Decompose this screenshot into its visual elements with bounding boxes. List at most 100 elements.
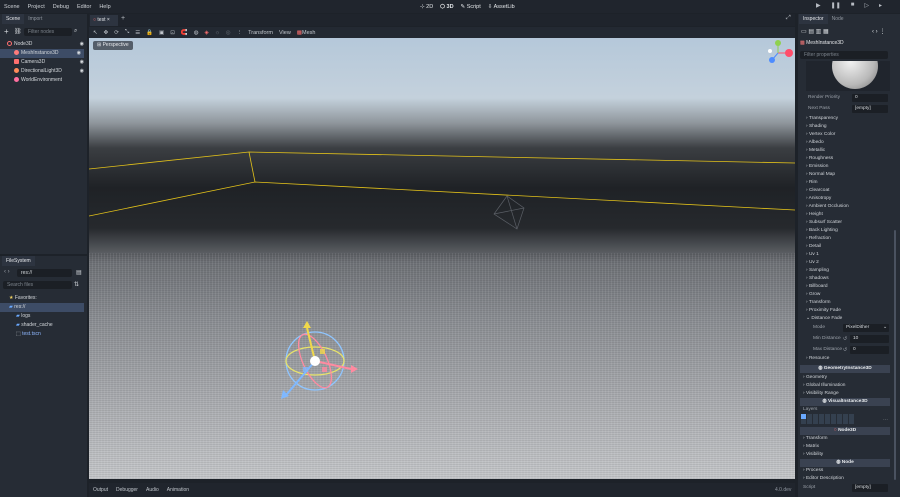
section-refraction[interactable]: › Refraction: [803, 235, 888, 243]
rotate-tool-icon[interactable]: ⟳: [114, 30, 119, 36]
section-geometry[interactable]: › Geometry: [800, 374, 885, 382]
play-scene-icon[interactable]: ▷: [864, 2, 869, 9]
geometry-instance-header[interactable]: ◍ GeometryInstance3D: [800, 365, 890, 373]
menu-mesh[interactable]: ▩Mesh: [297, 30, 316, 36]
section-sampling[interactable]: › Sampling: [803, 267, 888, 275]
fs-shader-cache[interactable]: ▰ shader_cache: [0, 321, 87, 330]
layer-1-enabled[interactable]: [801, 414, 806, 419]
mode-2d[interactable]: ⊹ 2D: [420, 4, 433, 10]
menu-debug[interactable]: Debug: [49, 4, 73, 10]
sort-icon[interactable]: ⇅: [74, 281, 79, 288]
section-albedo[interactable]: › Albedo: [803, 139, 888, 147]
section-metallic[interactable]: › Metallic: [803, 147, 888, 155]
tree-node-environment[interactable]: WorldEnvironment: [0, 76, 87, 85]
play-custom-icon[interactable]: ▸: [879, 2, 882, 9]
node-header[interactable]: ◍ Node: [800, 459, 890, 467]
menu-help[interactable]: Help: [95, 4, 114, 10]
animation-button[interactable]: Animation: [167, 487, 189, 493]
list-select-icon[interactable]: ☰: [135, 30, 140, 36]
section-node-transform[interactable]: › Transform: [800, 435, 885, 443]
section-normal-map[interactable]: › Normal Map: [803, 171, 888, 179]
section-process[interactable]: › Process: [800, 467, 885, 475]
menu-editor[interactable]: Editor: [73, 4, 95, 10]
more-icon[interactable]: ⋮: [237, 30, 243, 36]
visibility-eye-icon[interactable]: ◉: [80, 58, 84, 67]
scale-tool-icon[interactable]: ⤡: [125, 29, 129, 36]
lock-icon[interactable]: 🔒: [146, 30, 153, 36]
tree-node-meshinstance[interactable]: MeshInstance3D ◉: [0, 49, 84, 58]
mode-assetlib[interactable]: ⇩ AssetLib: [488, 4, 515, 10]
section-detail[interactable]: › Detail: [803, 243, 888, 251]
section-grow[interactable]: › Grow: [803, 291, 888, 299]
tab-inspector[interactable]: Inspector: [799, 14, 828, 24]
preview-camera-icon[interactable]: ◈: [205, 30, 209, 36]
camera-override-icon[interactable]: ◍: [194, 30, 199, 36]
env-icon[interactable]: ◎: [226, 30, 231, 36]
tab-scene[interactable]: Scene: [2, 14, 25, 24]
fs-test-scene[interactable]: ⬚ test.tscn: [0, 330, 87, 339]
group-icon[interactable]: ▣: [159, 30, 164, 36]
select-tool-icon[interactable]: ↖: [93, 30, 98, 36]
object-selector[interactable]: ▩ MeshInstance3D: [800, 39, 890, 48]
section-ambient-occlusion[interactable]: › Ambient Occlusion: [803, 203, 888, 211]
layers-grid[interactable]: [801, 414, 855, 424]
sun-icon[interactable]: ☼: [215, 30, 220, 36]
split-view-icon[interactable]: ▤: [76, 269, 82, 276]
section-uv1[interactable]: › Uv 1: [803, 251, 888, 259]
max-distance-field[interactable]: 0: [850, 346, 889, 354]
close-icon[interactable]: ×: [107, 17, 110, 23]
new-resource-icon[interactable]: ▭ ▤ ▥ ▦: [801, 28, 829, 35]
new-tab-icon[interactable]: +: [121, 15, 125, 22]
section-roughness[interactable]: › Roughness: [803, 155, 888, 163]
search-icon[interactable]: ⌕: [74, 28, 77, 35]
visibility-eye-icon[interactable]: ◉: [80, 40, 84, 49]
tab-node[interactable]: Node: [828, 14, 848, 24]
section-distance-fade[interactable]: ⌄ Distance Fade: [803, 315, 888, 323]
light-gizmo[interactable]: [493, 195, 525, 230]
inspector-scrollbar[interactable]: [894, 230, 896, 480]
mode-3d[interactable]: ⬡ 3D: [440, 4, 453, 10]
local-space-icon[interactable]: ⊡: [170, 30, 175, 36]
section-proximity-fade[interactable]: › Proximity Fade: [803, 307, 888, 315]
add-node-icon[interactable]: +: [4, 27, 9, 36]
tree-node-node3d[interactable]: Node3D ◉: [0, 40, 87, 49]
section-emission[interactable]: › Emission: [803, 163, 888, 171]
fs-search-input[interactable]: Search files: [3, 281, 72, 289]
section-height[interactable]: › Height: [803, 211, 888, 219]
section-visibility-range[interactable]: › Visibility Range: [800, 390, 885, 398]
section-billboard[interactable]: › Billboard: [803, 283, 888, 291]
script-field[interactable]: [empty]: [852, 484, 888, 492]
section-matrix[interactable]: › Matrix: [800, 443, 885, 451]
node3d-header[interactable]: ○ Node3D: [800, 427, 890, 435]
scene-tab-test[interactable]: ○ test ×: [90, 15, 118, 26]
section-editor-description[interactable]: › Editor Description: [800, 475, 885, 483]
section-visibility[interactable]: › Visibility: [800, 451, 885, 459]
fs-favorites[interactable]: ★ Favorites:: [0, 294, 87, 303]
section-transform[interactable]: › Transform: [803, 299, 888, 307]
render-priority-field[interactable]: 0: [852, 94, 888, 102]
tab-import[interactable]: Import: [24, 14, 46, 24]
debugger-button[interactable]: Debugger: [116, 487, 138, 493]
tree-node-light[interactable]: DirectionalLight3D ◉: [0, 67, 87, 76]
scene-filter-input[interactable]: Filter nodes: [24, 28, 72, 36]
section-anisotropy[interactable]: › Anisotropy: [803, 195, 888, 203]
property-filter-input[interactable]: Filter properties: [800, 51, 888, 59]
transform-gizmo[interactable]: [281, 321, 358, 399]
min-distance-field[interactable]: 10: [850, 335, 889, 343]
mode-script[interactable]: ✎ Script: [461, 4, 481, 10]
section-transparency[interactable]: › Transparency: [803, 115, 888, 123]
section-back-lighting[interactable]: › Back Lighting: [803, 227, 888, 235]
view-orientation-gizmo[interactable]: [768, 40, 793, 63]
output-button[interactable]: Output: [93, 487, 108, 493]
section-clearcoat[interactable]: › Clearcoat: [803, 187, 888, 195]
menu-view[interactable]: View: [279, 30, 291, 36]
section-vertex-color[interactable]: › Vertex Color: [803, 131, 888, 139]
section-shadows[interactable]: › Shadows: [803, 275, 888, 283]
section-global-illumination[interactable]: › Global Illumination: [800, 382, 885, 390]
pause-icon[interactable]: ❚❚: [831, 2, 841, 9]
tab-filesystem[interactable]: FileSystem: [2, 256, 35, 266]
tree-node-camera[interactable]: Camera3D ◉: [0, 58, 87, 67]
menu-project[interactable]: Project: [24, 4, 49, 10]
back-icon[interactable]: ‹ ›: [4, 269, 10, 275]
section-shading[interactable]: › Shading: [803, 123, 888, 131]
